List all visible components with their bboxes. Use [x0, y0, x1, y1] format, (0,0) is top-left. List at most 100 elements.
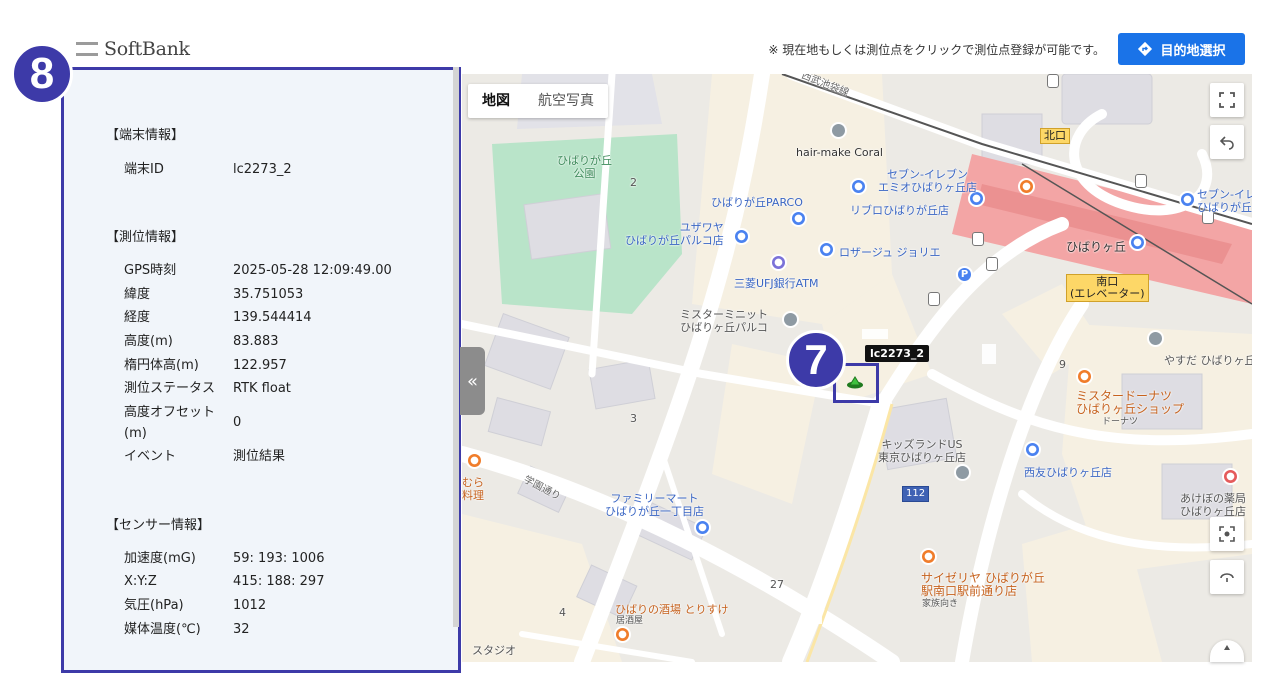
info-value: 83.883	[233, 334, 279, 349]
directions-icon	[1138, 41, 1153, 57]
shopping-pin-icon[interactable]: ●	[790, 210, 807, 227]
block-number: 2	[630, 176, 637, 189]
info-value: 0	[233, 415, 242, 430]
restaurant-pin-icon[interactable]: ●	[466, 452, 483, 469]
shopping-pin-icon[interactable]: ●	[1024, 441, 1041, 458]
shopping-pin-icon[interactable]: ●	[733, 228, 750, 245]
info-value: 35.751053	[233, 287, 304, 302]
info-value: 122.957	[233, 358, 287, 373]
info-value: RTK float	[233, 381, 291, 396]
info-label: 測位ステータス	[124, 381, 216, 396]
block-number: 4	[559, 606, 566, 619]
info-value: 139.544414	[233, 310, 312, 325]
north-exit-label: 北口	[1040, 128, 1070, 144]
salon-pin-icon[interactable]	[830, 122, 847, 139]
fullscreen-button[interactable]	[1210, 83, 1244, 117]
kidsland-label: キッズランドUS 東京ひばりヶ丘店	[878, 438, 966, 464]
locate-button[interactable]	[1210, 517, 1244, 551]
undo-rotate-icon	[1219, 136, 1234, 150]
hair-salon-label: hair-make Coral	[796, 146, 883, 159]
block-number: 9	[1059, 358, 1066, 371]
terminal-section-heading: 【端末情報】	[106, 128, 185, 143]
info-label: 高度オフセット(m)	[124, 405, 216, 441]
seven-eleven-station-label: セブン-イレ ひばりが丘	[1197, 188, 1252, 214]
convenience-store-pin-icon[interactable]: ●	[1179, 191, 1196, 208]
restaurant-edge-label: むら 料理	[462, 476, 484, 502]
mister-minit-label: ミスターミニット ひばりヶ丘パルコ	[680, 308, 768, 334]
izakaya-category: 居酒屋	[616, 616, 644, 626]
rosage-label: ロザージュ ジョリエ	[839, 246, 941, 259]
info-label: 媒体温度(℃)	[124, 622, 201, 637]
info-label: 加速度(mG)	[124, 551, 196, 566]
bus-stop-icon	[972, 232, 984, 246]
route-number-label: 112	[902, 486, 930, 502]
annotation-badge-8: 8	[11, 43, 73, 105]
info-label: 高度(m)	[124, 334, 173, 349]
panel-collapse-button[interactable]: «	[460, 347, 485, 415]
info-label: 経度	[124, 310, 151, 325]
device-marker-icon[interactable]	[846, 375, 864, 389]
seven-eleven-emio-label: セブン-イレブン エミオひばりヶ丘店	[878, 168, 977, 194]
info-value: lc2273_2	[233, 162, 292, 177]
info-value: 59: 193: 1006	[233, 551, 325, 566]
info-value: 415: 188: 297	[233, 574, 325, 589]
info-value: 測位結果	[233, 449, 286, 464]
map-type-tabs: 地図 航空写真	[468, 84, 608, 118]
block-number: 27	[770, 578, 784, 591]
yuzawaya-label: ユザワヤ ひばりが丘パルコ店	[625, 221, 724, 247]
shopping-pin-icon[interactable]: ●	[818, 241, 835, 258]
park-label: ひばりが丘 公園	[557, 154, 612, 180]
logo-text: SoftBank	[104, 38, 190, 60]
device-id-label: lc2273_2	[865, 345, 930, 362]
akebono-pharmacy-label: あけぼの薬局 ひばりヶ丘店	[1180, 492, 1246, 518]
place-pin-icon[interactable]	[954, 464, 971, 481]
cafe-pin-icon[interactable]: ●	[1018, 178, 1035, 195]
convenience-store-pin-icon[interactable]: ●	[694, 519, 711, 536]
sensor-section-heading: 【センサー情報】	[106, 518, 211, 533]
logo-mark-icon	[76, 42, 98, 56]
info-label: X:Y:Z	[124, 574, 157, 589]
info-value: 2025-05-28 12:09:49.00	[233, 263, 392, 278]
tab-map[interactable]: 地図	[468, 84, 524, 118]
familymart-label: ファミリーマート ひばりが丘一丁目店	[605, 492, 704, 518]
restaurant-pin-icon[interactable]: ●	[1076, 368, 1093, 385]
studio-label: スタジオ	[472, 644, 516, 657]
fullscreen-icon	[1219, 92, 1235, 108]
parco-label: ひばりが丘PARCO	[711, 196, 803, 209]
saizeriya-label: サイゼリヤ ひばりが丘 駅南口駅前通り店	[921, 571, 1045, 598]
restaurant-pin-icon[interactable]: ●	[920, 548, 937, 565]
place-pin-icon[interactable]	[1147, 330, 1164, 347]
annotation-badge-7: 7	[786, 330, 846, 390]
hibarigaoka-station-label: ひばりヶ丘	[1066, 240, 1127, 254]
parking-icon: P	[956, 266, 973, 283]
saizeriya-category: 家族向き	[922, 599, 959, 609]
info-label: 楕円体高(m)	[124, 358, 199, 373]
destination-select-button[interactable]: 目的地選択	[1118, 33, 1245, 65]
tab-aerial[interactable]: 航空写真	[524, 84, 608, 118]
focus-icon	[1219, 526, 1235, 542]
registration-notice: ※ 現在地もしくは測位点をクリックで測位点登録が可能です。	[768, 43, 1105, 57]
service-pin-icon[interactable]	[782, 311, 799, 328]
seiyu-label: 西友ひばりヶ丘店	[1024, 466, 1112, 479]
info-label: GPS時刻	[124, 263, 177, 278]
rotate-reset-button[interactable]	[1210, 125, 1244, 159]
mister-donut-category: ドーナツ	[1102, 417, 1139, 427]
panel-scrollbar[interactable]	[453, 67, 459, 627]
info-label: イベント	[124, 449, 177, 464]
south-exit-label: 南口 (エレベーター)	[1066, 274, 1149, 302]
atm-pin-icon[interactable]: ●	[770, 254, 787, 271]
info-label: 気圧(hPa)	[124, 598, 184, 613]
shopping-pin-icon[interactable]: ●	[850, 178, 867, 195]
bus-stop-icon	[1135, 174, 1147, 188]
pharmacy-pin-icon[interactable]: ●	[1222, 468, 1239, 485]
restaurant-pin-icon[interactable]: ●	[614, 626, 631, 643]
destination-select-label: 目的地選択	[1160, 43, 1226, 59]
tilt-icon	[1220, 573, 1234, 582]
info-value: 1012	[233, 598, 267, 613]
tilt-button[interactable]	[1210, 560, 1244, 594]
station-pin-icon[interactable]: ●	[1129, 234, 1146, 251]
compass-icon	[1224, 645, 1230, 650]
bus-stop-icon	[928, 292, 940, 306]
yasuda-label: やすだ ひばりヶ丘	[1164, 354, 1252, 367]
info-label: 端末ID	[124, 162, 164, 177]
